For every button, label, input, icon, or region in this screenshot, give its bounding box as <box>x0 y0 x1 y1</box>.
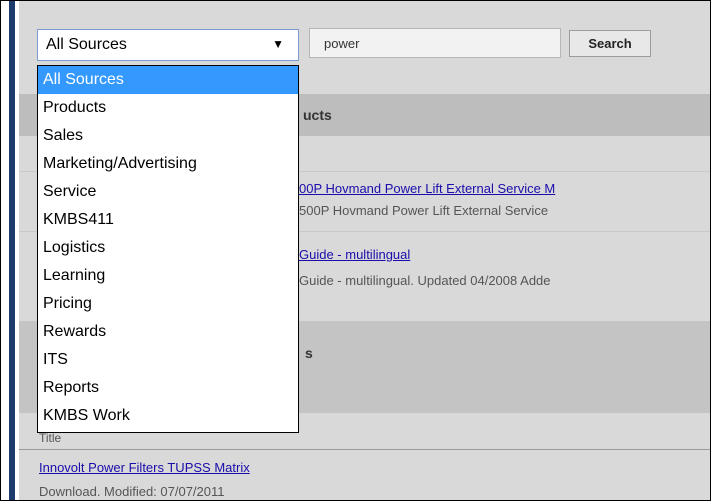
left-accent-bar <box>9 1 15 500</box>
result-description: Guide - multilingual. Updated 04/2008 Ad… <box>299 273 551 288</box>
search-query: power <box>324 36 360 51</box>
search-button[interactable]: Search <box>569 30 651 57</box>
option-marketing-advertising[interactable]: Marketing/Advertising <box>38 150 298 178</box>
dropdown-arrow-icon[interactable]: ▼ <box>272 37 284 51</box>
search-input[interactable]: power <box>309 28 561 58</box>
section-header-label: s <box>305 345 313 361</box>
option-rewards[interactable]: Rewards <box>38 318 298 346</box>
result-link[interactable]: Guide - multilingual <box>299 247 410 262</box>
option-reports[interactable]: Reports <box>38 374 298 402</box>
result-description: 500P Hovmand Power Lift External Service <box>299 203 549 218</box>
option-service[interactable]: Service <box>38 178 298 206</box>
source-select[interactable]: All Sources ▼ <box>37 29 299 61</box>
result-description: Download. Modified: 07/07/2011 <box>39 484 225 499</box>
section-header-label: ucts <box>303 107 332 123</box>
option-logistics[interactable]: Logistics <box>38 234 298 262</box>
option-learning[interactable]: Learning <box>38 262 298 290</box>
result-link[interactable]: Innovolt Power Filters TUPSS Matrix <box>39 460 250 475</box>
window-frame: power Search ucts 00P Hovmand Power Lift… <box>0 0 711 501</box>
option-kmbs411[interactable]: KMBS411 <box>38 206 298 234</box>
option-products[interactable]: Products <box>38 94 298 122</box>
option-its[interactable]: ITS <box>38 346 298 374</box>
result-link[interactable]: 00P Hovmand Power Lift External Service … <box>299 181 555 196</box>
title-column-label: Title <box>39 431 62 445</box>
source-select-value: All Sources <box>46 36 127 53</box>
option-pricing[interactable]: Pricing <box>38 290 298 318</box>
option-sales[interactable]: Sales <box>38 122 298 150</box>
option-all-sources[interactable]: All Sources <box>38 66 298 94</box>
row-divider <box>19 449 710 450</box>
source-dropdown-list: All Sources Products Sales Marketing/Adv… <box>37 65 299 433</box>
option-kmbs-work[interactable]: KMBS Work <box>38 402 298 430</box>
